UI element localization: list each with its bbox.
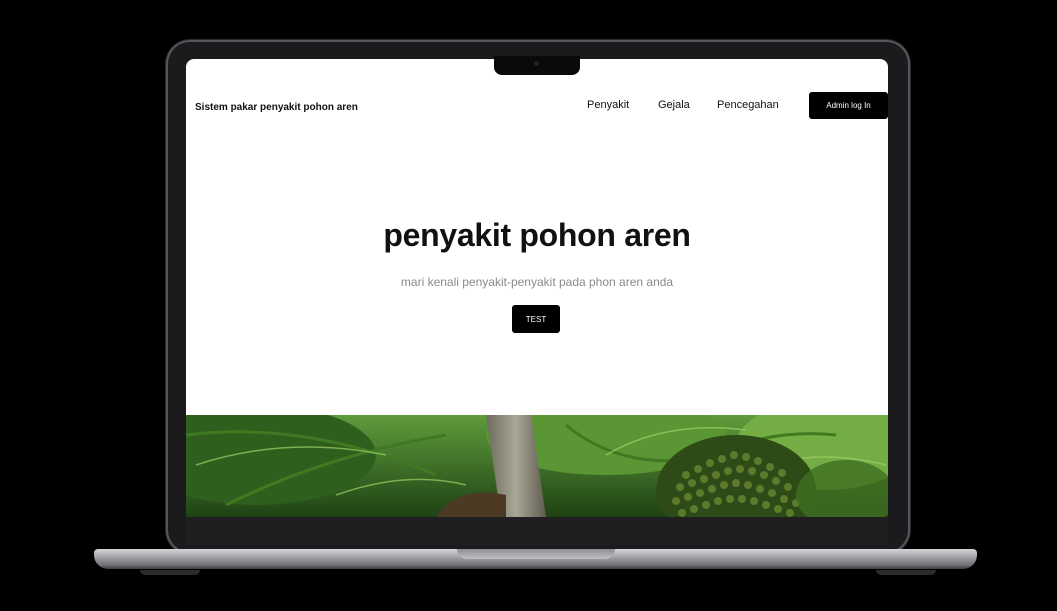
- palm-tree-photo: [186, 415, 888, 517]
- device-mockup: Sistem pakar penyakit pohon aren Penyaki…: [0, 0, 1057, 611]
- laptop-foot-left: [140, 570, 200, 575]
- nav-link-penyakit[interactable]: Penyakit: [587, 99, 629, 111]
- laptop-screen: Sistem pakar penyakit pohon aren Penyaki…: [186, 59, 888, 517]
- banner-image: [186, 415, 888, 517]
- admin-login-button[interactable]: Admin log In: [809, 92, 888, 119]
- test-button[interactable]: TEST: [512, 305, 560, 333]
- site-brand[interactable]: Sistem pakar penyakit pohon aren: [195, 102, 358, 113]
- nav-link-gejala[interactable]: Gejala: [658, 99, 690, 111]
- camera-notch: [494, 56, 580, 75]
- laptop-foot-right: [876, 570, 936, 575]
- screen-chin: [186, 517, 888, 545]
- hero-subtitle: mari kenali penyakit-penyakit pada phon …: [400, 275, 674, 289]
- trackpad-notch: [457, 549, 615, 559]
- nav-link-pencegahan[interactable]: Pencegahan: [717, 99, 779, 111]
- hero-title: penyakit pohon aren: [383, 217, 691, 253]
- laptop-base: [94, 549, 977, 569]
- camera-icon: [534, 61, 539, 66]
